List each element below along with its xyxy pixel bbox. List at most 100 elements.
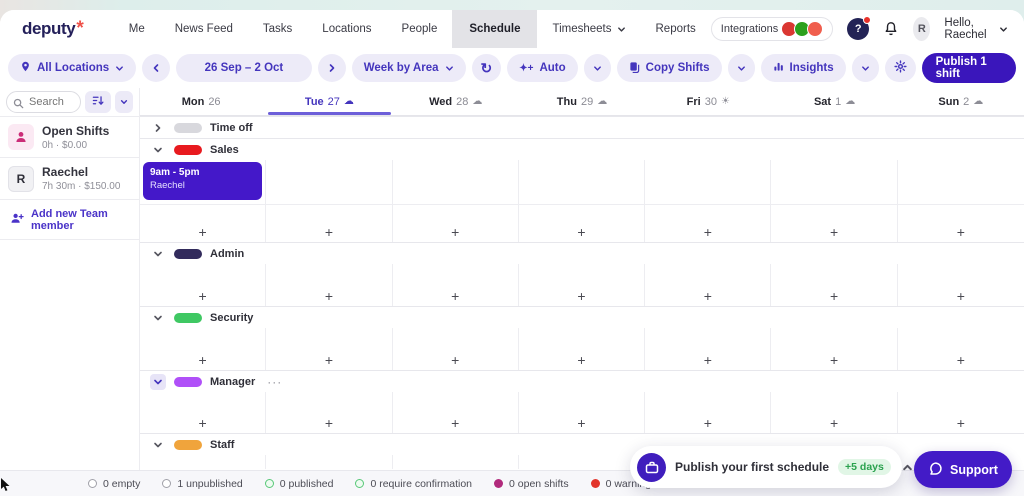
publish-prompt-card[interactable]: Publish your first schedule +5 days: [630, 446, 912, 488]
schedule-cell[interactable]: +: [266, 160, 393, 242]
schedule-cell[interactable]: +: [645, 160, 772, 242]
schedule-cell[interactable]: +: [645, 392, 772, 433]
add-shift-icon[interactable]: +: [957, 353, 965, 367]
schedule-cell[interactable]: +: [898, 328, 1024, 370]
auto-schedule-button[interactable]: ✦+ Auto: [507, 54, 578, 82]
day-header-mon[interactable]: Mon 26: [140, 88, 266, 115]
day-header-sat[interactable]: Sat 1 ☁: [771, 88, 897, 115]
add-shift-icon[interactable]: +: [451, 289, 459, 303]
add-shift-icon[interactable]: +: [451, 353, 459, 367]
support-button[interactable]: Support: [914, 451, 1012, 488]
schedule-cell[interactable]: +: [898, 264, 1024, 306]
add-shift-icon[interactable]: +: [704, 225, 712, 239]
nav-item-tasks[interactable]: Tasks: [248, 10, 307, 48]
schedule-cell[interactable]: [393, 455, 519, 469]
schedule-cell[interactable]: +: [393, 160, 519, 242]
day-header-thu[interactable]: Thu 29 ☁: [519, 88, 645, 115]
previous-week-button[interactable]: [142, 54, 171, 82]
schedule-cell[interactable]: +: [898, 160, 1024, 242]
collapse-area-button[interactable]: [150, 142, 166, 158]
schedule-cell[interactable]: +: [519, 160, 646, 242]
settings-button[interactable]: [884, 54, 916, 82]
schedule-cell[interactable]: +: [771, 392, 898, 433]
nav-item-reports[interactable]: Reports: [641, 10, 711, 48]
add-shift-icon[interactable]: +: [830, 289, 838, 303]
add-shift-icon[interactable]: +: [577, 225, 585, 239]
add-shift-icon[interactable]: +: [957, 225, 965, 239]
add-shift-icon[interactable]: +: [199, 416, 207, 430]
next-week-button[interactable]: [317, 54, 346, 82]
date-range-button[interactable]: 26 Sep – 2 Oct: [176, 54, 312, 82]
schedule-cell[interactable]: +: [140, 264, 267, 306]
nav-item-news-feed[interactable]: News Feed: [160, 10, 248, 48]
schedule-cell[interactable]: [266, 455, 393, 469]
schedule-cell[interactable]: +: [771, 160, 898, 242]
add-shift-icon[interactable]: +: [325, 353, 333, 367]
add-shift-icon[interactable]: +: [199, 353, 207, 367]
add-shift-icon[interactable]: +: [957, 416, 965, 430]
collapse-area-button[interactable]: [150, 373, 166, 390]
add-shift-icon[interactable]: +: [577, 416, 585, 430]
add-shift-icon[interactable]: +: [704, 353, 712, 367]
nav-item-timesheets[interactable]: Timesheets: [537, 10, 640, 48]
day-header-sun[interactable]: Sun 2 ☁: [898, 88, 1024, 115]
collapse-area-button[interactable]: [150, 310, 166, 326]
notifications-bell-icon[interactable]: [883, 21, 899, 37]
schedule-cell[interactable]: +: [771, 264, 898, 306]
day-header-wed[interactable]: Wed 28 ☁: [393, 88, 519, 115]
nav-item-people[interactable]: People: [387, 10, 453, 48]
shift-card[interactable]: 9am - 5pm Raechel: [143, 162, 263, 200]
add-shift-icon[interactable]: +: [199, 225, 207, 239]
nav-item-locations[interactable]: Locations: [307, 10, 386, 48]
whats-new-button[interactable]: ?: [847, 16, 872, 40]
user-avatar[interactable]: R: [913, 17, 931, 41]
add-shift-icon[interactable]: +: [830, 225, 838, 239]
schedule-cell[interactable]: +: [519, 392, 646, 433]
add-shift-icon[interactable]: +: [325, 289, 333, 303]
integrations-button[interactable]: Integrations: [710, 17, 834, 41]
schedule-cell[interactable]: +: [393, 328, 519, 370]
schedule-cell[interactable]: +: [898, 392, 1024, 433]
schedule-cell[interactable]: +: [266, 264, 393, 306]
add-shift-icon[interactable]: +: [957, 289, 965, 303]
schedule-cell[interactable]: +: [519, 328, 646, 370]
deputy-logo[interactable]: deputy *: [22, 19, 84, 39]
user-menu[interactable]: Hello, Raechel: [944, 17, 1008, 41]
refresh-button[interactable]: ↻: [471, 54, 502, 82]
copy-shifts-button[interactable]: Copy Shifts: [616, 54, 722, 82]
nav-item-me[interactable]: Me: [114, 10, 160, 48]
collapse-area-button[interactable]: [150, 246, 166, 262]
add-shift-icon[interactable]: +: [577, 353, 585, 367]
insights-button[interactable]: Insights: [760, 54, 846, 82]
area-options-icon[interactable]: ···: [267, 375, 282, 389]
schedule-cell[interactable]: +: [771, 328, 898, 370]
add-shift-icon[interactable]: +: [325, 225, 333, 239]
add-shift-icon[interactable]: +: [199, 289, 207, 303]
day-header-tue[interactable]: Tue 27 ☁: [266, 88, 392, 115]
day-header-fri[interactable]: Fri 30 ☀: [645, 88, 771, 115]
add-shift-icon[interactable]: +: [325, 416, 333, 430]
expand-area-button[interactable]: [150, 120, 166, 136]
add-shift-icon[interactable]: +: [577, 289, 585, 303]
add-shift-icon[interactable]: +: [830, 416, 838, 430]
collapse-area-button[interactable]: [150, 437, 166, 453]
publish-shift-button[interactable]: Publish 1 shift: [921, 53, 1016, 83]
schedule-cell[interactable]: +: [645, 264, 772, 306]
schedule-cell[interactable]: +: [393, 264, 519, 306]
schedule-cell[interactable]: [140, 455, 267, 469]
add-shift-icon[interactable]: +: [451, 225, 459, 239]
view-mode-button[interactable]: Week by Area: [351, 54, 466, 82]
schedule-cell[interactable]: +: [266, 392, 393, 433]
add-shift-icon[interactable]: +: [704, 289, 712, 303]
add-shift-icon[interactable]: +: [830, 353, 838, 367]
schedule-cell[interactable]: +: [140, 392, 267, 433]
schedule-cell[interactable]: +: [393, 392, 519, 433]
schedule-cell[interactable]: [519, 455, 646, 469]
auto-dropdown-button[interactable]: [583, 54, 611, 82]
copy-shifts-dropdown-button[interactable]: [727, 54, 755, 82]
locations-filter-button[interactable]: All Locations: [8, 54, 137, 82]
add-team-member-button[interactable]: Add new Team member: [0, 200, 139, 240]
nav-item-schedule[interactable]: Schedule: [452, 10, 538, 48]
schedule-cell[interactable]: +: [140, 328, 267, 370]
chevron-up-icon[interactable]: [902, 462, 913, 473]
